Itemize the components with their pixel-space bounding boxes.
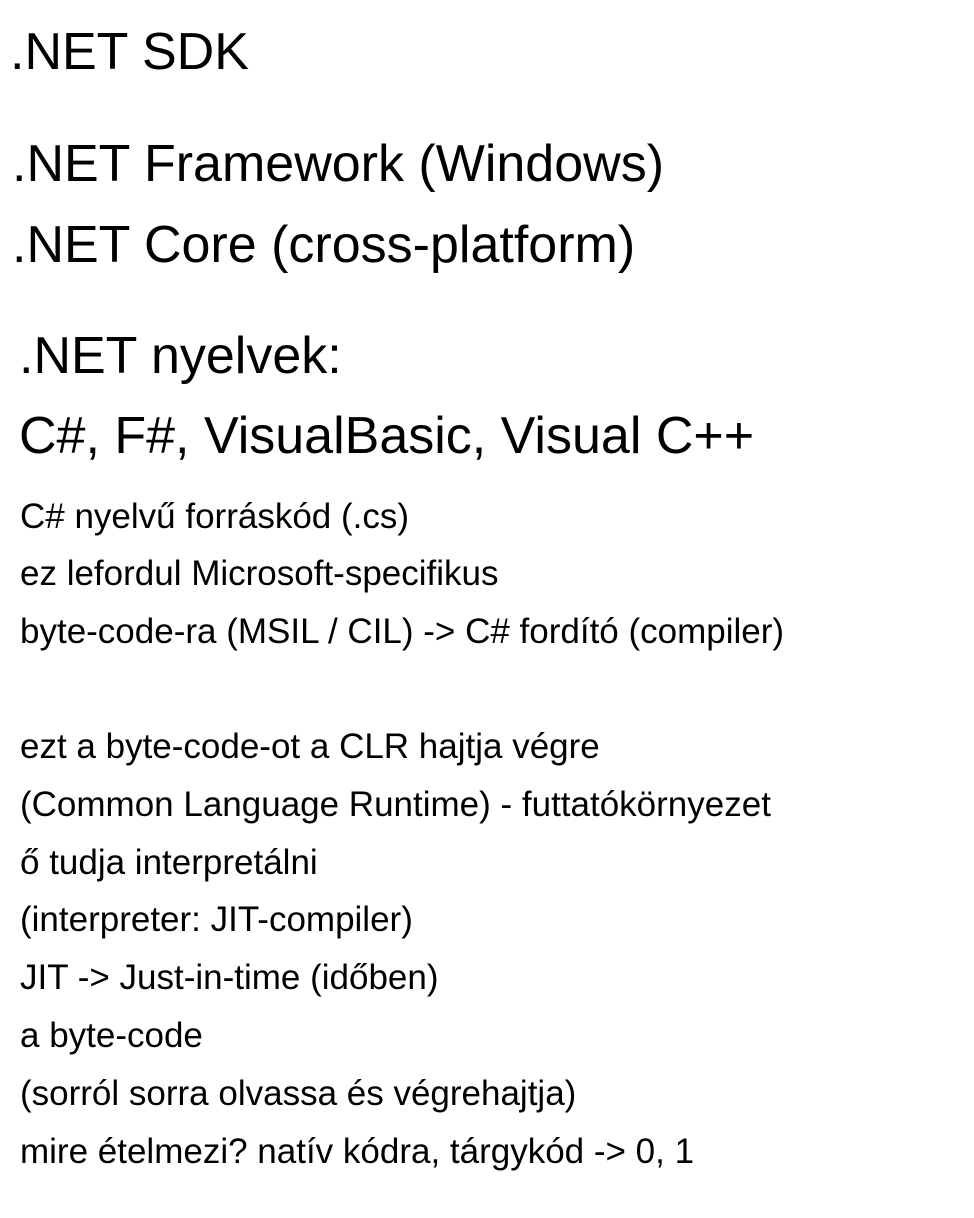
note-bytecode: byte-code-ra (MSIL / CIL) -> C# fordító …: [20, 612, 785, 651]
languages-list: C#, F#, VisualBasic, Visual C++: [19, 407, 755, 465]
heading-dotnet-core: .NET Core (cross-platform): [12, 216, 636, 274]
heading-dotnet-framework: .NET Framework (Windows): [12, 135, 665, 193]
note-source-code: C# nyelvű forráskód (.cs): [20, 497, 410, 536]
heading-dotnet-sdk: .NET SDK: [10, 23, 249, 81]
note-interpret: ő tudja interpretálni: [20, 843, 318, 882]
note-clr-runs: ezt a byte-code-ot a CLR hajtja végre: [20, 727, 600, 766]
heading-dotnet-languages: .NET nyelvek:: [19, 327, 342, 385]
note-interpreter: (interpreter: JIT-compiler): [20, 900, 413, 939]
note-line-by-line: (sorról sorra olvassa és végrehajtja): [20, 1074, 577, 1113]
note-native-code: mire ételmezi? natív kódra, tárgykód -> …: [20, 1132, 695, 1171]
note-jit: JIT -> Just-in-time (időben): [20, 958, 439, 997]
note-compiles: ez lefordul Microsoft-specifikus: [20, 554, 499, 593]
note-bytecode-line: a byte-code: [20, 1016, 203, 1055]
note-clr-full: (Common Language Runtime) - futtatókörny…: [20, 785, 771, 824]
